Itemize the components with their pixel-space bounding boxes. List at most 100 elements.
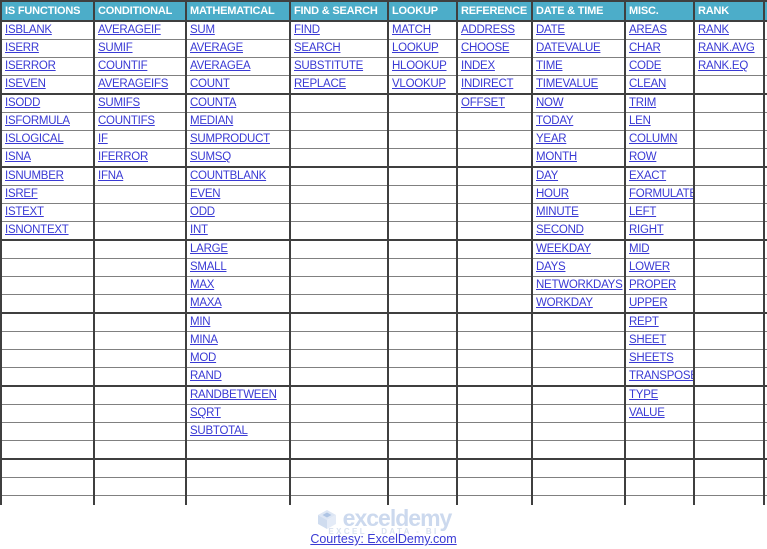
function-cell[interactable]: MEDIAN [186,112,291,131]
function-cell[interactable]: COUNTBLANK [186,167,291,186]
function-link[interactable]: RAND [190,370,222,382]
function-cell[interactable]: SQRT [186,404,291,423]
function-link[interactable]: ISERR [5,42,39,54]
function-cell[interactable]: DATEVALUE [532,39,626,58]
function-link[interactable]: COUNT [190,78,230,90]
function-link[interactable]: COLUMN [629,133,678,145]
function-link[interactable]: ISNA [5,151,31,163]
function-cell[interactable]: INDIRECT [457,75,533,95]
function-cell[interactable]: EXACT [625,167,695,186]
function-link[interactable]: SUMPRODUCT [190,133,270,145]
function-cell[interactable]: AVERAGEIF [94,21,187,40]
function-link[interactable]: COUNTBLANK [190,170,266,182]
function-cell[interactable]: SUMIF [94,39,187,58]
function-cell[interactable]: YEAR [532,130,626,149]
function-link[interactable]: NETWORKDAYS [536,279,623,291]
function-cell[interactable]: MOD [186,349,291,368]
function-link[interactable]: MIN [190,316,211,328]
function-link[interactable]: CLEAN [629,78,666,90]
function-link[interactable]: SUM [190,24,215,36]
function-cell[interactable]: SUBSTITUTE [290,57,389,76]
function-link[interactable]: TODAY [536,115,574,127]
function-cell[interactable]: SECOND [532,221,626,241]
function-link[interactable]: DATEVALUE [536,42,601,54]
function-link[interactable]: ISTEXT [5,206,44,218]
function-cell[interactable]: ISEVEN [1,75,95,95]
function-link[interactable]: CHAR [629,42,661,54]
function-link[interactable]: ADDRESS [461,24,515,36]
function-link[interactable]: CHOOSE [461,42,510,54]
function-cell[interactable]: LEN [625,112,695,131]
function-cell[interactable]: ISLOGICAL [1,130,95,149]
function-link[interactable]: SUMIF [98,42,133,54]
function-link[interactable]: MEDIAN [190,115,233,127]
function-cell[interactable]: VALUE [625,404,695,423]
function-cell[interactable]: HLOOKUP [388,57,458,76]
function-link[interactable]: RANK.EQ [698,60,748,72]
function-link[interactable]: MONTH [536,151,577,163]
function-link[interactable]: LEN [629,115,651,127]
function-cell[interactable]: CODE [625,57,695,76]
function-cell[interactable]: COUNT [186,75,291,95]
function-link[interactable]: WORKDAY [536,297,593,309]
function-cell[interactable]: OFFSET [457,94,533,113]
function-link[interactable]: DATE [536,24,565,36]
function-cell[interactable]: FIND [290,21,389,40]
function-link[interactable]: ROW [629,151,657,163]
function-link[interactable]: PROPER [629,279,676,291]
function-cell[interactable]: RAND [186,367,291,387]
function-cell[interactable]: CHAR [625,39,695,58]
function-cell[interactable]: SHEET [625,331,695,350]
function-link[interactable]: FORMULATEXT [629,188,692,200]
function-cell[interactable]: SUMIFS [94,94,187,113]
function-cell[interactable]: SHEETS [625,349,695,368]
function-link[interactable]: LEFT [629,206,656,218]
function-link[interactable]: TIMEVALUE [536,78,598,90]
function-cell[interactable]: SMALL [186,258,291,277]
function-cell[interactable]: TODAY [532,112,626,131]
function-cell[interactable]: MAX [186,276,291,295]
function-cell[interactable]: REPLACE [290,75,389,95]
function-link[interactable]: MID [629,243,650,255]
function-link[interactable]: VLOOKUP [392,78,446,90]
function-cell[interactable]: COUNTIF [94,57,187,76]
function-cell[interactable]: DAY [532,167,626,186]
function-link[interactable]: INDIRECT [461,78,514,90]
function-cell[interactable]: RANK.AVG [694,39,765,58]
function-cell[interactable]: LARGE [186,240,291,259]
function-cell[interactable]: INT [186,221,291,241]
function-link[interactable]: AREAS [629,24,667,36]
function-cell[interactable]: INDEX [457,57,533,76]
function-link[interactable]: SUBTOTAL [190,425,248,437]
function-link[interactable]: DAY [536,170,558,182]
function-cell[interactable]: ADDRESS [457,21,533,40]
function-cell[interactable]: NETWORKDAYS [532,276,626,295]
function-cell[interactable]: DATE [532,21,626,40]
function-link[interactable]: HOUR [536,188,569,200]
function-cell[interactable]: RANDBETWEEN [186,386,291,405]
function-cell[interactable]: LEFT [625,203,695,222]
function-cell[interactable]: SEARCH [290,39,389,58]
function-link[interactable]: REPT [629,316,659,328]
function-cell[interactable]: IFERROR [94,148,187,168]
function-cell[interactable]: WEEKDAY [532,240,626,259]
function-link[interactable]: MAX [190,279,214,291]
function-cell[interactable]: COLUMN [625,130,695,149]
function-link[interactable]: RANDBETWEEN [190,389,277,401]
function-link[interactable]: ISFORMULA [5,115,70,127]
function-link[interactable]: COUNTIFS [98,115,155,127]
function-link[interactable]: NOW [536,97,564,109]
function-cell[interactable]: REPT [625,313,695,332]
function-link[interactable]: RANK [698,24,729,36]
function-cell[interactable]: WORKDAY [532,294,626,314]
function-cell[interactable]: NOW [532,94,626,113]
function-link[interactable]: COUNTIF [98,60,148,72]
function-link[interactable]: AVERAGEIFS [98,78,168,90]
function-link[interactable]: TRANSPOSE [629,370,692,382]
function-cell[interactable]: PROPER [625,276,695,295]
function-link[interactable]: REPLACE [294,78,346,90]
function-cell[interactable]: RIGHT [625,221,695,241]
function-cell[interactable]: ISERR [1,39,95,58]
function-link[interactable]: TYPE [629,389,658,401]
function-link[interactable]: MOD [190,352,216,364]
